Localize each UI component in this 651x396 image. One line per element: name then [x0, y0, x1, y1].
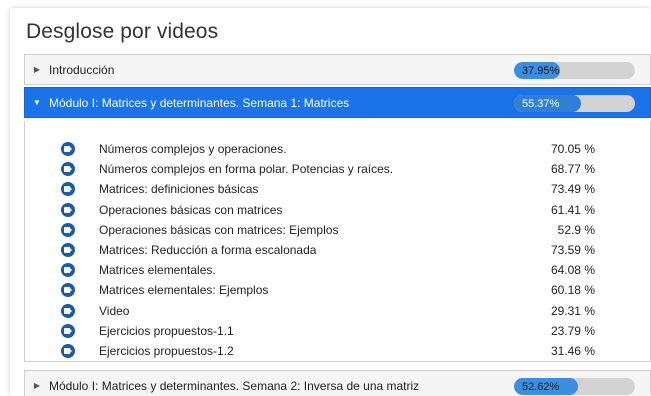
section-progress-fill: 52.62% — [514, 378, 578, 395]
video-percentage: 29.31 % — [550, 303, 595, 318]
section-progress-fill: 55.37% — [514, 95, 581, 112]
video-icon — [61, 202, 75, 217]
video-name: Ejercicios propuestos-1.1 — [99, 323, 234, 338]
video-name: Operaciones básicas con matrices — [99, 202, 283, 217]
section-progress-bar: 37.95% — [514, 62, 635, 79]
video-name: Matrices elementales: Ejemplos — [99, 283, 269, 298]
section-header-introduccion[interactable]: ▶ Introducción 37.95% — [24, 54, 651, 85]
video-icon — [61, 222, 75, 237]
video-icon — [61, 263, 75, 278]
video-name: Matrices: Reducción a forma escalonada — [99, 243, 317, 257]
video-name: Video — [99, 303, 130, 318]
video-percentage: 60.18 % — [550, 283, 595, 298]
chevron-right-icon: ▶ — [33, 65, 41, 74]
video-row[interactable]: Operaciones básicas con matrices: Ejempl… — [25, 220, 651, 240]
video-percentage: 52.9 % — [557, 222, 595, 237]
video-row[interactable]: Matrices elementales: Ejemplos 60.18 % — [25, 280, 651, 300]
video-icon — [61, 323, 75, 338]
video-percentage: 61.41 % — [550, 202, 595, 217]
video-row[interactable]: Matrices: Reducción a forma escalonada 73… — [25, 240, 651, 260]
section-content-semana-1: Números complejos y operaciones. 70.05 % N… — [24, 121, 651, 362]
video-icon — [61, 243, 75, 257]
section-progress-text: 37.95% — [522, 64, 560, 77]
video-breakdown-card: Desglose por videos ▶ Introducción 37.95… — [10, 8, 651, 396]
video-percentage: 73.49 % — [550, 182, 595, 197]
section-progress-text: 52.62% — [522, 380, 560, 393]
video-icon — [61, 344, 75, 358]
video-icon — [61, 142, 75, 156]
video-row[interactable]: Números complejos y operaciones. 70.05 % — [25, 139, 651, 159]
video-icon — [61, 182, 75, 197]
video-icon — [61, 162, 75, 177]
video-percentage: 23.79 % — [550, 323, 595, 338]
video-name: Números complejos y operaciones. — [99, 142, 287, 156]
video-row[interactable]: Ejercicios propuestos-1.2 31.46 % — [25, 341, 651, 361]
chevron-down-icon: ▼ — [33, 98, 41, 107]
video-name: Ejercicios propuestos-1.2 — [99, 344, 234, 358]
video-row[interactable]: Video 29.31 % — [25, 301, 651, 321]
video-percentage: 70.05 % — [550, 142, 595, 156]
video-percentage: 64.08 % — [550, 263, 595, 278]
section-progress-fill: 37.95% — [514, 62, 560, 79]
video-row[interactable]: Matrices: definiciones básicas 73.49 % — [25, 179, 651, 199]
page-title: Desglose por videos — [26, 20, 219, 43]
video-name: Números complejos en forma polar. Potenc… — [99, 162, 394, 177]
video-icon — [61, 283, 75, 298]
section-progress-text: 55.37% — [522, 97, 560, 110]
video-icon — [61, 303, 75, 318]
video-row[interactable]: Matrices elementales. 64.08 % — [25, 260, 651, 280]
chevron-right-icon: ▶ — [33, 381, 41, 390]
section-progress-bar: 52.62% — [514, 378, 635, 395]
video-percentage: 73.59 % — [550, 243, 595, 257]
section-header-semana-2[interactable]: ▶ Módulo I: Matrices y determinantes. Se… — [24, 370, 651, 396]
video-percentage: 68.77 % — [550, 162, 595, 177]
video-row[interactable]: Números complejos en forma polar. Potenc… — [25, 159, 651, 179]
video-row[interactable]: Operaciones básicas con matrices 61.41 % — [25, 200, 651, 220]
video-name: Operaciones básicas con matrices: Ejempl… — [99, 222, 339, 237]
video-row[interactable]: Ejercicios propuestos-1.1 23.79 % — [25, 321, 651, 341]
video-name: Matrices: definiciones básicas — [99, 182, 259, 197]
section-header-semana-1[interactable]: ▼ Módulo I: Matrices y determinantes. Se… — [24, 87, 651, 118]
video-percentage: 31.46 % — [550, 344, 595, 358]
video-name: Matrices elementales. — [99, 263, 216, 278]
section-progress-bar: 55.37% — [514, 95, 635, 112]
